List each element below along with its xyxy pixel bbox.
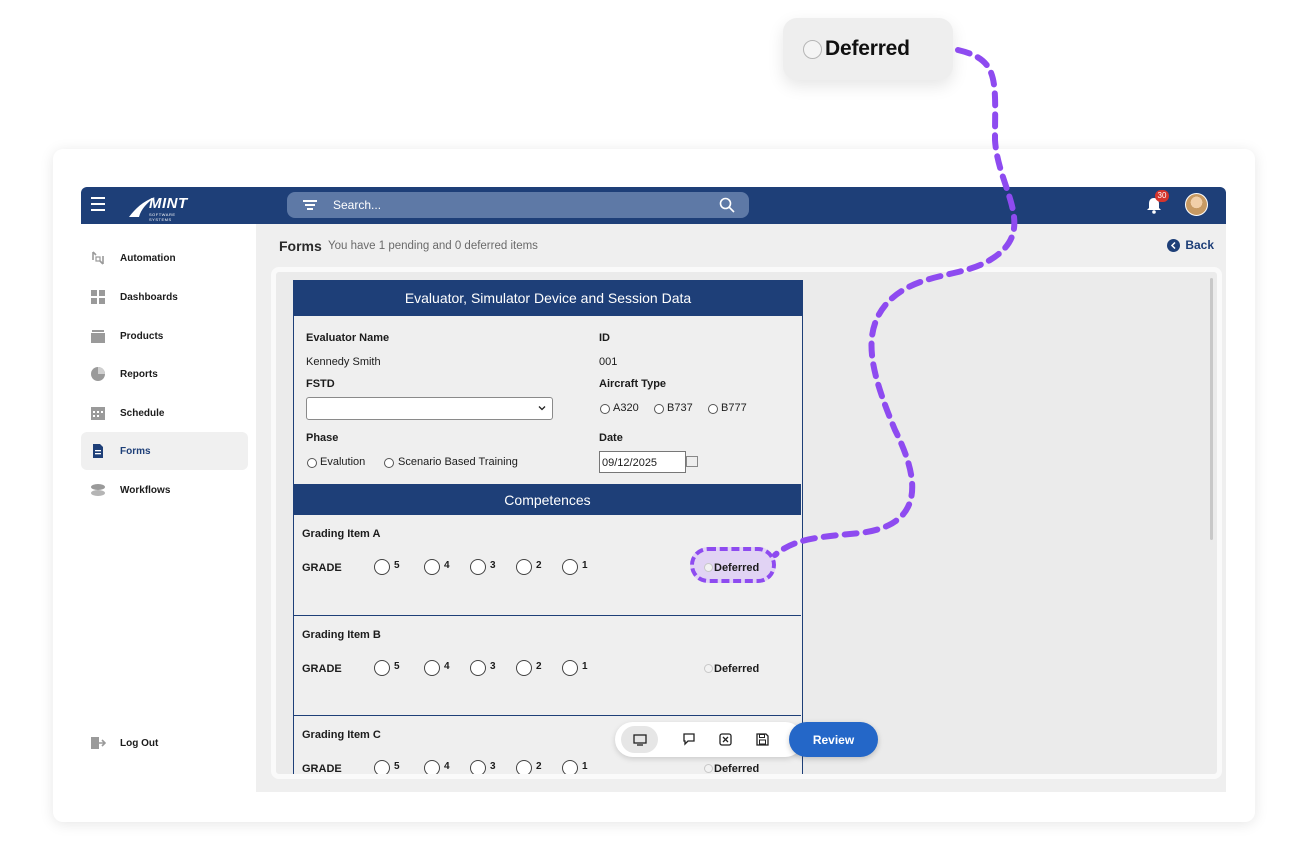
dashed-connector-path xyxy=(772,47,1018,558)
screenshot-stage: Deferred MINT SOFTWARE SYSTEMS Search... xyxy=(0,0,1313,856)
